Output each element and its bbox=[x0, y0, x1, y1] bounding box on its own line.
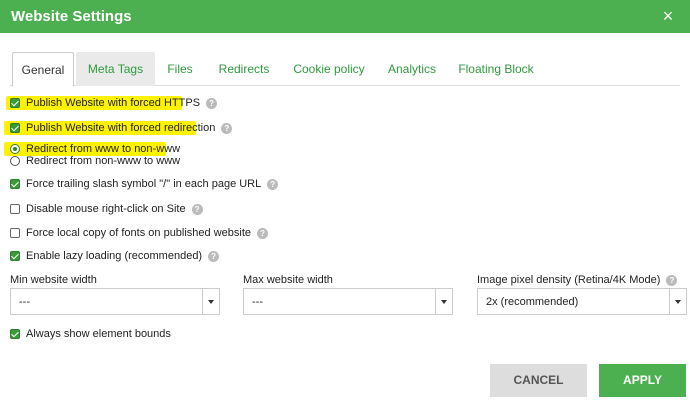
apply-button[interactable]: APPLY bbox=[599, 364, 686, 397]
local-fonts-checkbox[interactable] bbox=[10, 228, 20, 238]
option-trailing-slash[interactable]: Force trailing slash symbol "/" in each … bbox=[10, 176, 279, 192]
dialog-header: Website Settings × bbox=[0, 0, 690, 33]
help-icon[interactable]: ? bbox=[206, 97, 218, 109]
tab-analytics[interactable]: Analytics bbox=[384, 52, 440, 86]
option-disable-right-click[interactable]: Disable mouse right-click on Site ? bbox=[10, 201, 203, 217]
option-label: Disable mouse right-click on Site bbox=[26, 203, 186, 215]
lazy-loading-checkbox[interactable] bbox=[10, 251, 20, 261]
chevron-down-icon[interactable] bbox=[202, 289, 219, 314]
trailing-slash-checkbox[interactable] bbox=[10, 179, 20, 189]
tab-files[interactable]: Files bbox=[163, 52, 197, 86]
help-icon[interactable]: ? bbox=[191, 203, 203, 215]
help-icon[interactable]: ? bbox=[208, 250, 220, 262]
option-force-https[interactable]: Publish Website with forced HTTPS ? bbox=[10, 95, 218, 111]
dialog-title: Website Settings bbox=[11, 8, 132, 25]
help-icon[interactable]: ? bbox=[666, 274, 678, 286]
option-label: Publish Website with forced HTTPS bbox=[26, 97, 201, 109]
tab-meta-tags[interactable]: Meta Tags bbox=[76, 52, 155, 86]
option-label: Redirect from non-www to www bbox=[26, 155, 181, 167]
forced-redirection-checkbox[interactable] bbox=[10, 123, 20, 133]
option-label: Force trailing slash symbol "/" in each … bbox=[26, 178, 262, 190]
chevron-down-icon[interactable] bbox=[669, 289, 686, 314]
pixel-density-label-text: Image pixel density (Retina/4K Mode) bbox=[477, 274, 661, 286]
option-local-fonts[interactable]: Force local copy of fonts on published w… bbox=[10, 225, 269, 241]
tab-general[interactable]: General bbox=[12, 52, 74, 87]
help-icon[interactable]: ? bbox=[257, 227, 269, 239]
pixel-density-select[interactable]: 2x (recommended) bbox=[477, 288, 687, 315]
disable-right-click-checkbox[interactable] bbox=[10, 204, 20, 214]
help-icon[interactable]: ? bbox=[221, 122, 233, 134]
min-width-select[interactable]: --- bbox=[10, 288, 220, 315]
tab-redirects[interactable]: Redirects bbox=[214, 52, 274, 86]
tab-cookie-policy[interactable]: Cookie policy bbox=[290, 52, 368, 86]
select-value: 2x (recommended) bbox=[486, 296, 579, 308]
max-width-select[interactable]: --- bbox=[243, 288, 453, 315]
redirect-nonwww-radio[interactable] bbox=[10, 156, 20, 166]
settings-tabs: General Meta Tags Files Redirects Cookie… bbox=[10, 52, 680, 87]
select-value: --- bbox=[252, 296, 263, 308]
min-width-label: Min website width bbox=[10, 274, 97, 286]
max-width-label: Max website width bbox=[243, 274, 333, 286]
force-https-checkbox[interactable] bbox=[10, 98, 20, 108]
option-element-bounds[interactable]: Always show element bounds bbox=[10, 326, 171, 342]
tab-floating-block[interactable]: Floating Block bbox=[458, 52, 534, 86]
chevron-down-icon[interactable] bbox=[435, 289, 452, 314]
option-lazy-loading[interactable]: Enable lazy loading (recommended) ? bbox=[10, 248, 220, 264]
option-label: Always show element bounds bbox=[26, 328, 171, 340]
cancel-button[interactable]: CANCEL bbox=[490, 364, 587, 397]
option-label: Enable lazy loading (recommended) bbox=[26, 250, 203, 262]
pixel-density-label: Image pixel density (Retina/4K Mode) ? bbox=[477, 274, 678, 286]
element-bounds-checkbox[interactable] bbox=[10, 329, 20, 339]
help-icon[interactable]: ? bbox=[267, 178, 279, 190]
option-label: Force local copy of fonts on published w… bbox=[26, 227, 252, 239]
option-forced-redirection[interactable]: Publish Website with forced redirection … bbox=[10, 120, 233, 136]
select-value: --- bbox=[19, 296, 30, 308]
close-icon[interactable]: × bbox=[659, 7, 677, 25]
option-label: Publish Website with forced redirection bbox=[26, 122, 216, 134]
option-redirect-nonwww-to-www[interactable]: Redirect from non-www to www bbox=[10, 153, 180, 169]
